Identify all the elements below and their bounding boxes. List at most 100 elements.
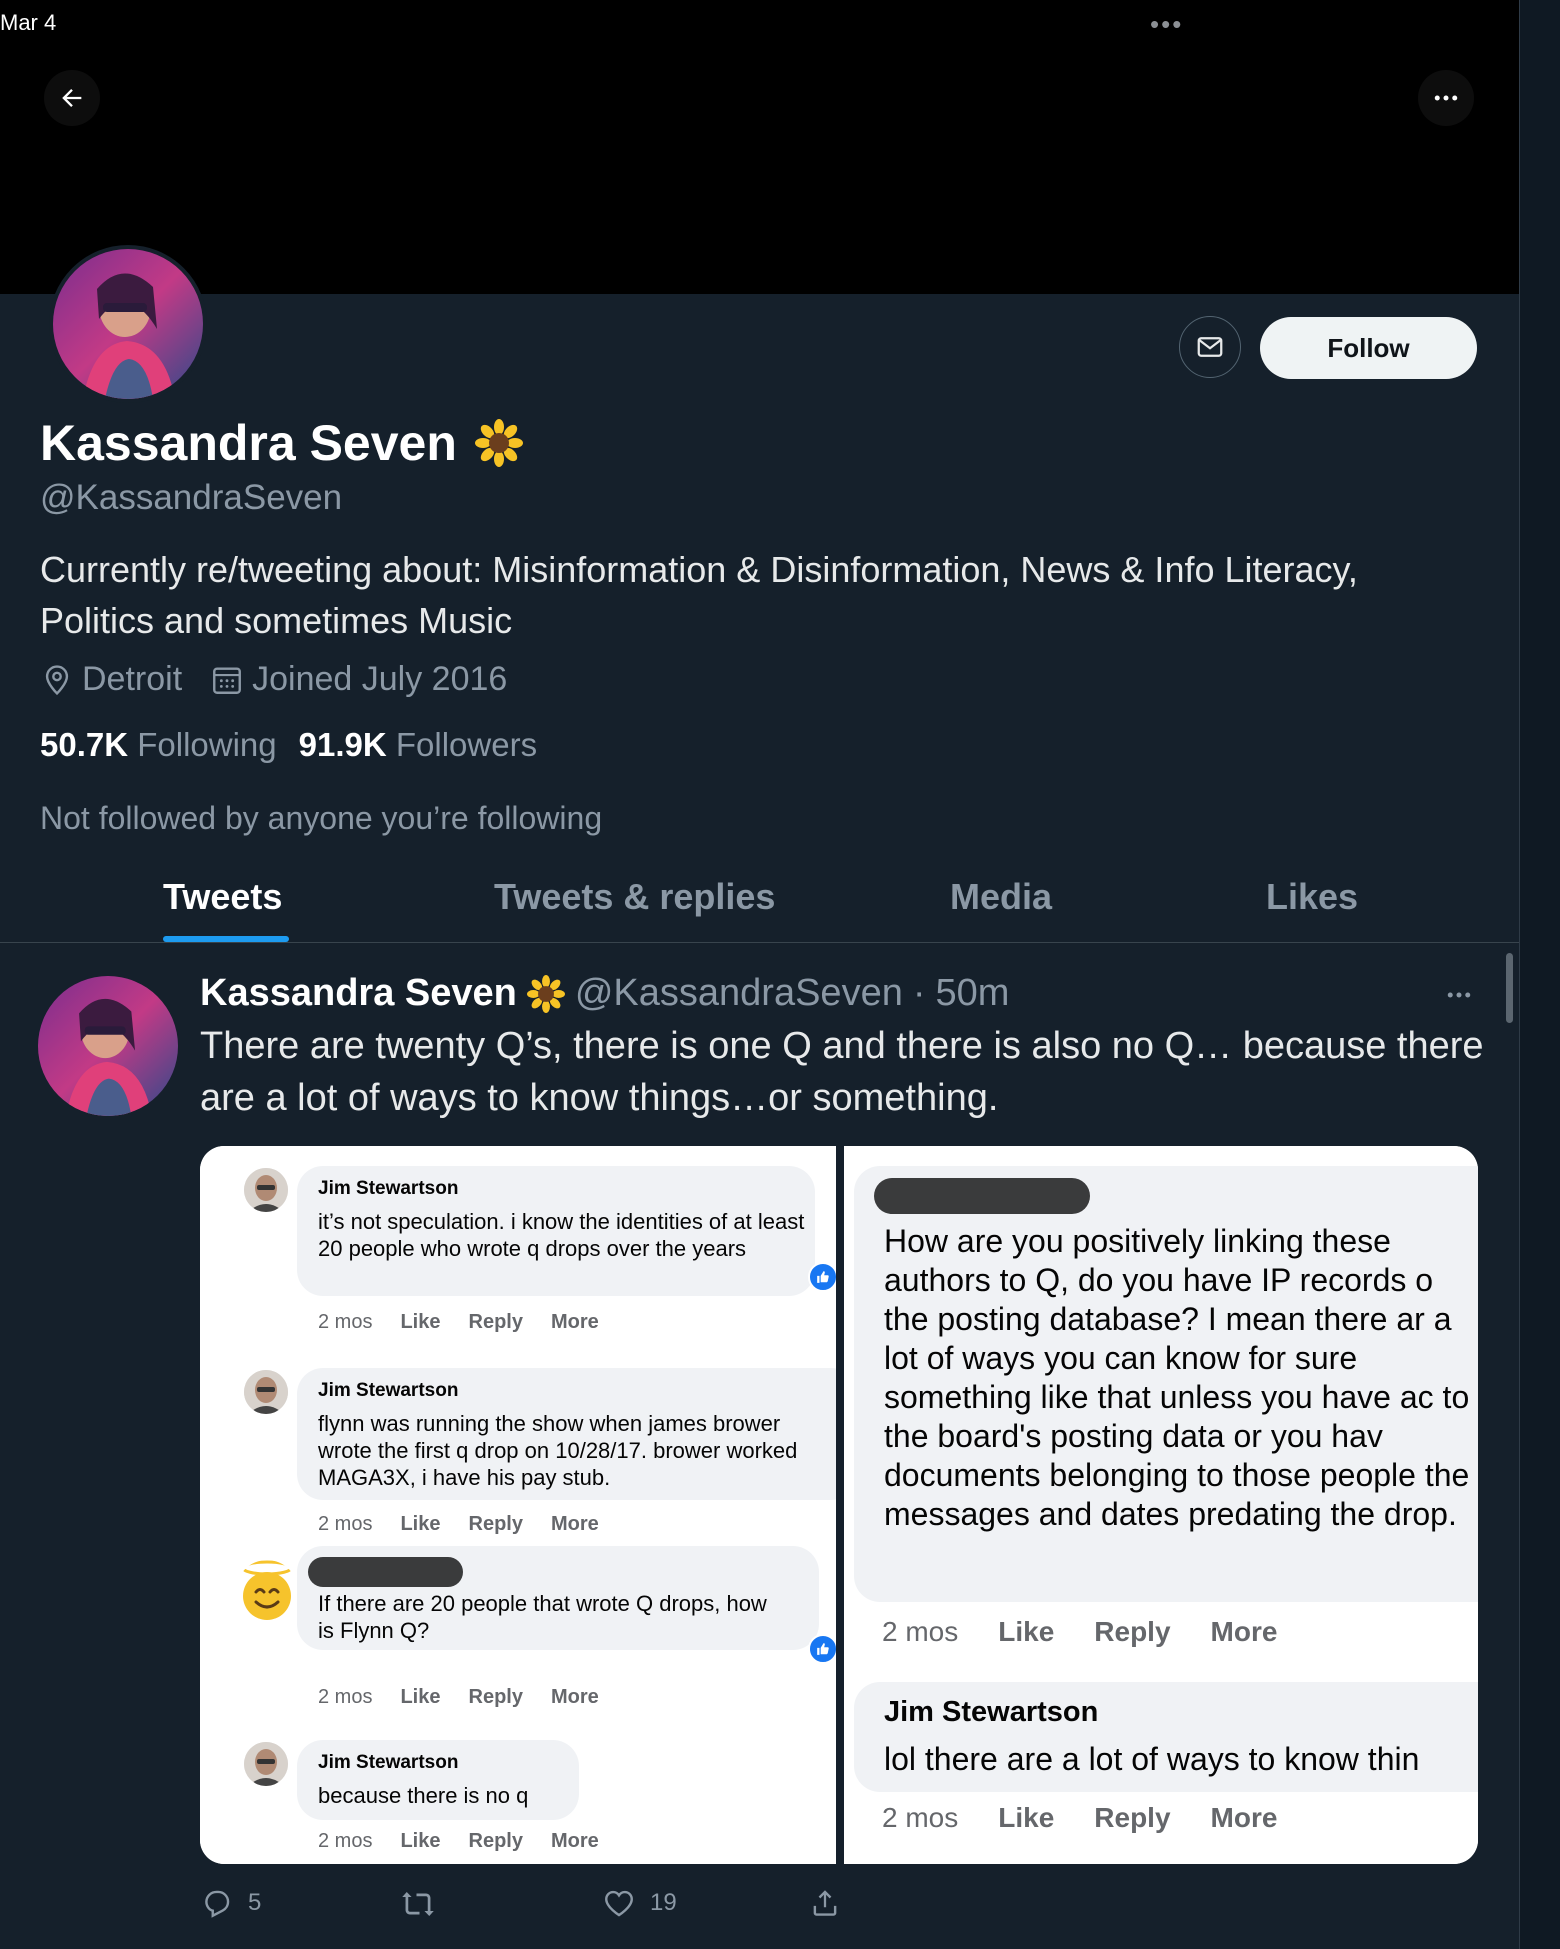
comment-actions: 2 mos Like Reply More [318,1311,599,1334]
comment-time: 2 mos [318,1513,373,1535]
comment-bubble: If there are 20 people that wrote Q drop… [297,1546,819,1650]
tab-tweets-replies[interactable]: Tweets & replies [494,876,775,918]
comment-text: lol there are a lot of ways to know thin [884,1741,1420,1777]
comment-bubble: Jim Stewartson because there is no q [297,1740,579,1820]
redacted-name [308,1557,463,1587]
redacted-name [874,1178,1090,1214]
more-icon [1447,992,1471,998]
followers-stat[interactable]: 91.9K Followers [299,726,537,764]
more-icon [1434,95,1458,101]
comment-like-link: Like [400,1830,441,1852]
comment-like-link: Like [400,1513,441,1535]
comment-text: How are you positively linking these aut… [884,1223,1478,1532]
commenter-avatar [244,1370,288,1414]
comment-text: it’s not speculation. i know the identit… [318,1209,805,1261]
comment-reply-link: Reply [468,1311,523,1333]
tweet-author-handle[interactable]: @KassandraSeven [575,972,903,1015]
comment-time: 2 mos [882,1616,959,1647]
comment-time: 2 mos [318,1830,373,1852]
comment-bubble: Jim Stewartson it’s not speculation. i k… [297,1166,815,1296]
follow-stats: 50.7K Following 91.9K Followers [40,726,537,764]
comment-more-link: More [1210,1802,1278,1833]
comment-author: Jim Stewartson [318,1178,459,1199]
comment-actions: 2 mos Like Reply More [318,1686,599,1709]
comment-author: Jim Stewartson [318,1752,459,1773]
retweet-action[interactable] [400,1886,436,1922]
scrollbar-thumb[interactable] [1506,953,1513,1023]
calendar-icon [213,666,242,694]
comment-time: 2 mos [318,1311,373,1333]
followers-count: 91.9K [298,726,387,763]
reaction-badge [808,1262,836,1292]
comment-bubble: How are you positively linking these aut… [854,1166,1478,1602]
comment-like-link: Like [400,1686,441,1708]
comment-like-link: Like [400,1311,441,1333]
comment-more-link: More [550,1311,599,1333]
not-followed-note: Not followed by anyone you’re following [40,800,603,836]
comment-reply-link: Reply [1094,1802,1171,1833]
join-date-text: Joined July 2016 [252,660,508,698]
halo-smile-icon [241,1560,293,1620]
mail-icon [1197,337,1223,357]
comment-more-link: More [550,1686,599,1708]
reaction-badge [808,1634,836,1664]
tweet-separator: · [912,972,926,1014]
tab-likes[interactable]: Likes [1266,876,1358,918]
comment-text: flynn was running the show when james br… [318,1411,798,1490]
more-options-button[interactable] [1418,70,1474,126]
tab-tweets[interactable]: Tweets [163,876,282,918]
back-arrow-icon [62,89,82,107]
media-screenshot-right: How are you positively linking these aut… [844,1146,1478,1864]
sunflower-icon [526,974,565,1013]
commenter-avatar [244,1742,288,1786]
comment-time: 2 mos [318,1686,373,1708]
reply-action[interactable]: 5 [200,1886,261,1920]
profile-avatar[interactable] [49,245,207,403]
location: Detroit [40,660,182,699]
like-action[interactable]: 19 [602,1886,677,1920]
heart-icon [605,1890,633,1917]
following-count: 50.7K [40,726,129,763]
join-date: Joined July 2016 [210,660,507,699]
share-icon [813,1890,837,1916]
tweet-author-name[interactable]: Kassandra Seven [200,972,517,1015]
comment-time: 2 mos [882,1802,959,1833]
follow-button[interactable]: Follow [1260,317,1477,379]
commenter-avatar [236,1560,298,1622]
display-name: Kassandra Seven [40,415,457,471]
active-tab-indicator [163,936,289,942]
commenter-avatar [244,1168,288,1212]
side-panel-edge [1519,0,1560,1949]
media-screenshot-left: Jim Stewartson it’s not speculation. i k… [200,1146,836,1864]
media-divider [836,1146,844,1864]
location-pin-icon [45,664,69,695]
reply-icon [205,1890,230,1918]
thumbs-up-icon [817,1643,829,1655]
tweet-header: Kassandra Seven @KassandraSeven · 50m [200,972,1009,1015]
tweet-time[interactable]: 50m [936,972,1010,1015]
multitask-dots[interactable]: ••• [1150,11,1183,37]
location-text: Detroit [82,660,183,698]
sunflower-icon [474,419,523,467]
comment-more-link: More [550,1830,599,1852]
profile-tabs: Tweets Tweets & replies Media Likes [0,842,1519,943]
comment-author: Jim Stewartson [884,1696,1099,1728]
like-count: 19 [650,1889,677,1916]
comment-actions: 2 mos Like Reply More [882,1802,1277,1834]
tweet-media[interactable]: Jim Stewartson it’s not speculation. i k… [200,1146,1478,1864]
message-button[interactable] [1179,316,1241,378]
comment-like-link: Like [998,1802,1055,1833]
profile-handle: @KassandraSeven [40,478,343,517]
display-name-row: Kassandra Seven [40,414,523,472]
comment-actions: 2 mos Like Reply More [318,1513,599,1536]
tweet-avatar[interactable] [38,976,178,1116]
share-action[interactable] [808,1886,842,1920]
comment-bubble: Jim Stewartson flynn was running the sho… [297,1368,836,1500]
tab-media[interactable]: Media [950,876,1052,918]
following-stat[interactable]: 50.7K Following [40,726,277,764]
tweet-more-button[interactable] [1444,980,1474,1018]
profile-banner: Mar 4 ••• [0,0,1519,294]
comment-reply-link: Reply [1094,1616,1171,1647]
back-button[interactable] [44,70,100,126]
profile-bio: Currently re/tweeting about: Misinformat… [40,549,1358,641]
